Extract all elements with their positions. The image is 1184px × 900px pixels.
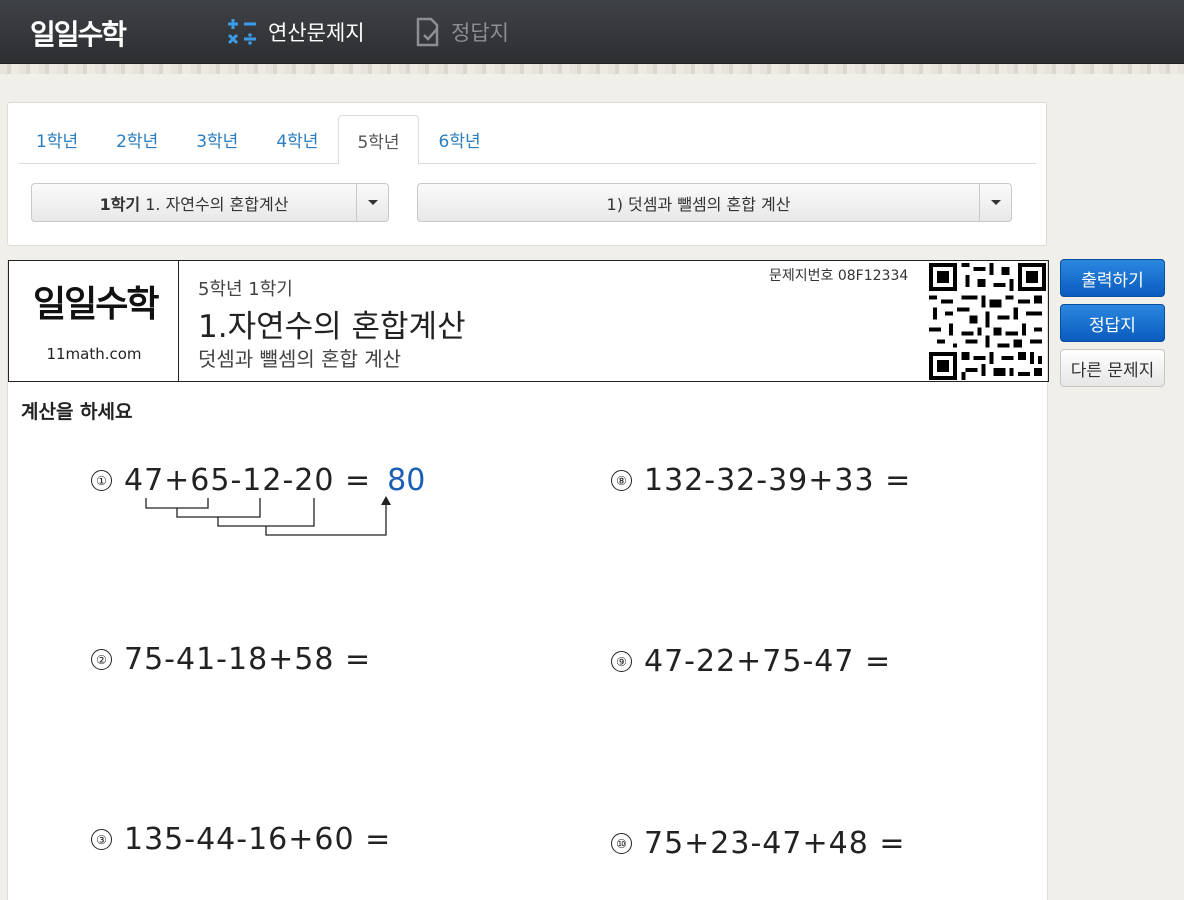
print-button[interactable]: 출력하기 [1060, 259, 1165, 297]
problem-number: ⑧ [611, 470, 632, 491]
selector-panel: 1학년 2학년 3학년 4학년 5학년 6학년 1학기 1. 자연수의 혼합계산… [7, 102, 1047, 246]
tab-grade-6[interactable]: 6학년 [421, 115, 499, 164]
problem-1: ① 47+65-12-20 = 80 [91, 463, 425, 498]
problem-number: ① [91, 470, 112, 491]
topic-value: 1) 덧셈과 뺄셈의 혼합 계산 [606, 194, 791, 214]
worksheet-title: 1.자연수의 혼합계산 [198, 309, 466, 345]
calculation-order-bracket-icon [145, 496, 391, 536]
problem-answer: 80 [387, 463, 426, 498]
problem-expression: 47+65-12-20 = [124, 463, 372, 498]
other-worksheet-button[interactable]: 다른 문제지 [1060, 349, 1165, 387]
worksheet-subtitle: 덧셈과 뺄셈의 혼합 계산 [198, 347, 402, 371]
worksheet: 일일수학 11math.com 5학년 1학기 1.자연수의 혼합계산 덧셈과 … [7, 260, 1049, 900]
semester-chapter-select[interactable]: 1학기 1. 자연수의 혼합계산 [31, 183, 389, 222]
top-navbar: 일일수학 연산문제지 정답지 [0, 0, 1184, 64]
problem-3: ③ 135-44-16+60 = [91, 822, 391, 857]
tab-grade-3[interactable]: 3학년 [178, 115, 256, 164]
answer-sheet-button[interactable]: 정답지 [1060, 304, 1165, 342]
problem-expression: 135-44-16+60 = [124, 822, 392, 857]
problem-number: ⑨ [611, 651, 632, 672]
topic-select[interactable]: 1) 덧셈과 뺄셈의 혼합 계산 [417, 183, 1012, 222]
chevron-down-icon[interactable] [979, 184, 1011, 221]
calc-icon [227, 19, 256, 45]
tab-grade-1[interactable]: 1학년 [18, 115, 96, 164]
instruction: 계산을 하세요 [21, 401, 133, 423]
problem-number: ⑩ [611, 833, 632, 854]
problem-2: ② 75-41-18+58 = [91, 642, 371, 677]
nav-worksheet-label: 연산문제지 [268, 21, 365, 45]
problem-expression: 47-22+75-47 = [644, 644, 892, 679]
problem-expression: 132-32-39+33 = [644, 463, 912, 498]
chevron-down-icon[interactable] [356, 184, 388, 221]
problem-number: ③ [91, 829, 112, 850]
semester-chapter-value: 1학기 1. 자연수의 혼합계산 [99, 194, 289, 214]
tab-grade-4[interactable]: 4학년 [258, 115, 336, 164]
problem-expression: 75+23-47+48 = [644, 826, 906, 861]
nav-answer-sheet[interactable]: 정답지 [415, 16, 509, 48]
torn-paper-edge [0, 64, 1184, 74]
nav-worksheet[interactable]: 연산문제지 [226, 16, 365, 48]
problem-10: ⑩ 75+23-47+48 = [611, 826, 905, 861]
tab-grade-5[interactable]: 5학년 [338, 115, 419, 165]
problem-number: ② [91, 649, 112, 670]
worksheet-site: 11math.com [46, 345, 142, 363]
tab-grade-2[interactable]: 2학년 [98, 115, 176, 164]
grade-tabs: 1학년 2학년 3학년 4학년 5학년 6학년 [18, 115, 1036, 165]
qr-code-icon [929, 263, 1046, 380]
answer-sheet-icon [416, 17, 439, 47]
worksheet-grade: 5학년 1학기 [198, 279, 293, 300]
problem-9: ⑨ 47-22+75-47 = [611, 644, 891, 679]
site-logo[interactable]: 일일수학 [30, 13, 127, 53]
problem-8: ⑧ 132-32-39+33 = [611, 463, 911, 498]
nav-answer-sheet-label: 정답지 [451, 21, 509, 45]
worksheet-header: 일일수학 11math.com 5학년 1학기 1.자연수의 혼합계산 덧셈과 … [8, 260, 1049, 382]
worksheet-logo: 일일수학 [33, 284, 159, 325]
problem-expression: 75-41-18+58 = [124, 642, 372, 677]
worksheet-code: 문제지번호 08F12334 [769, 268, 909, 284]
worksheet-logo-box: 일일수학 11math.com [9, 261, 179, 381]
